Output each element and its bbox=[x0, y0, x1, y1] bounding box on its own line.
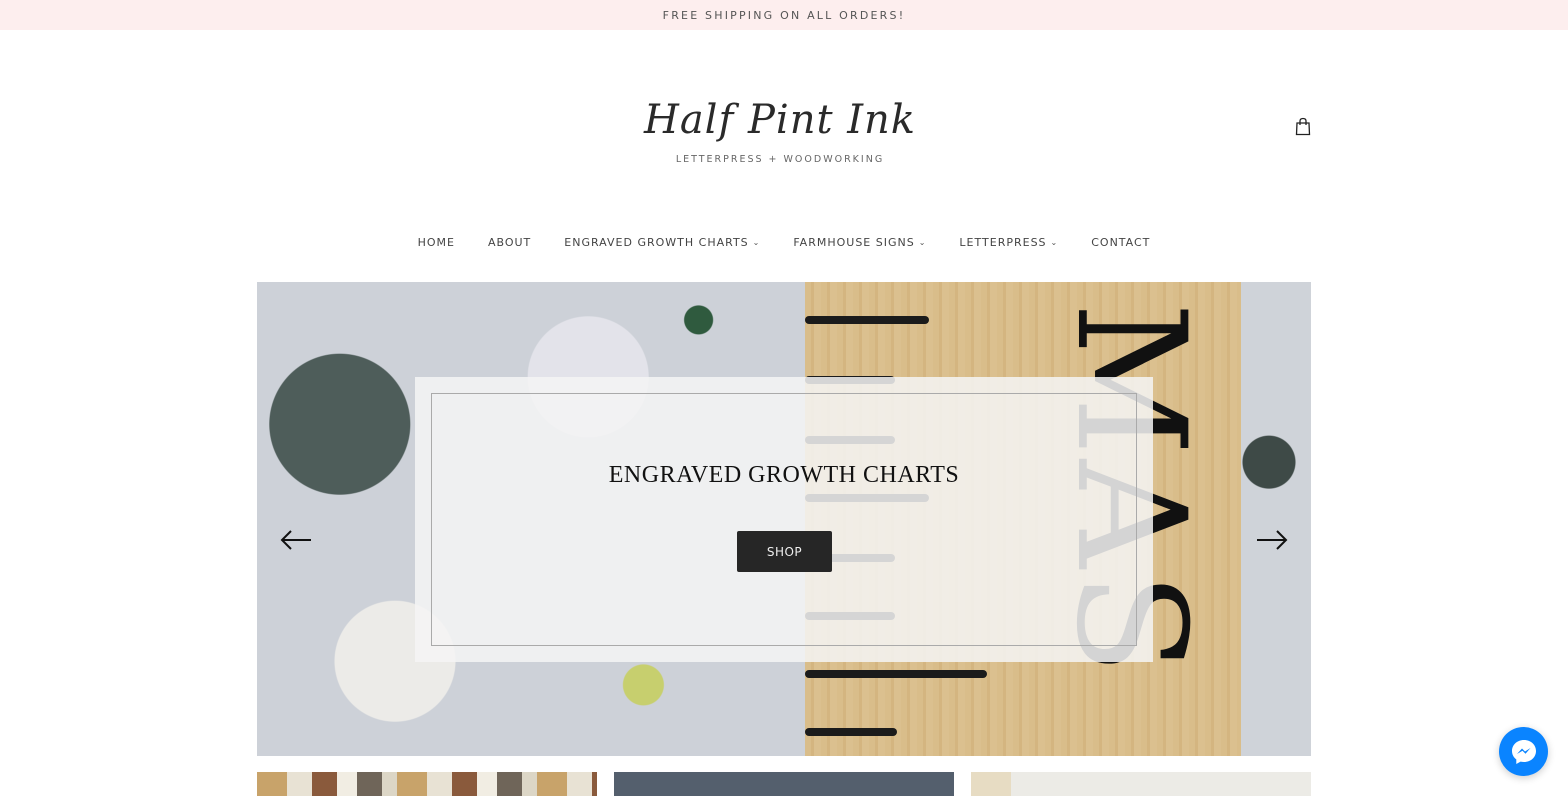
hero-slideshow: MAS ENGRAVED GROWTH CHARTS SHOP bbox=[257, 282, 1311, 756]
logo-tagline: LETTERPRESS + WOODWORKING bbox=[675, 154, 885, 165]
ruler-tick bbox=[805, 316, 929, 324]
caption-frame bbox=[431, 393, 1137, 646]
arrow-left-icon bbox=[280, 530, 311, 550]
hero-caption-box: ENGRAVED GROWTH CHARTS SHOP bbox=[415, 377, 1153, 662]
nav-contact-label: CONTACT bbox=[1091, 236, 1151, 249]
hero-image-floral-edge bbox=[1241, 282, 1311, 756]
site-logo[interactable]: Half Pint Ink LETTERPRESS + WOODWORKING bbox=[640, 92, 920, 174]
featured-collections bbox=[257, 772, 1311, 796]
nav-home[interactable]: HOME bbox=[401, 236, 471, 249]
main-nav: HOME ABOUT ENGRAVED GROWTH CHARTS ⌄ FARMH… bbox=[0, 236, 1568, 249]
nav-home-label: HOME bbox=[417, 236, 455, 249]
nav-farmhouse-signs-label: FARMHOUSE SIGNS bbox=[793, 236, 915, 249]
chevron-down-icon: ⌄ bbox=[1050, 238, 1059, 247]
ruler-tick bbox=[805, 728, 897, 736]
nav-contact[interactable]: CONTACT bbox=[1075, 236, 1167, 249]
ruler-tick bbox=[805, 670, 987, 678]
hero-title: ENGRAVED GROWTH CHARTS bbox=[608, 462, 960, 488]
collection-thumbnail-growth-charts[interactable] bbox=[257, 772, 597, 796]
messenger-chat-button[interactable] bbox=[1499, 727, 1548, 776]
nav-letterpress[interactable]: LETTERPRESS ⌄ bbox=[943, 236, 1075, 249]
previous-slide-button[interactable] bbox=[279, 529, 313, 551]
shop-button[interactable]: SHOP bbox=[737, 531, 832, 572]
shopping-bag-icon bbox=[1295, 117, 1311, 136]
chevron-down-icon: ⌄ bbox=[752, 238, 761, 247]
announcement-text: FREE SHIPPING ON ALL ORDERS! bbox=[662, 8, 906, 22]
chevron-down-icon: ⌄ bbox=[918, 238, 927, 247]
nav-farmhouse-signs[interactable]: FARMHOUSE SIGNS ⌄ bbox=[777, 236, 943, 249]
messenger-icon bbox=[1511, 739, 1536, 764]
nav-growth-charts-label: ENGRAVED GROWTH CHARTS bbox=[564, 236, 749, 249]
logo-script: Half Pint Ink bbox=[643, 97, 917, 143]
arrow-right-icon bbox=[1257, 530, 1288, 550]
cart-button[interactable] bbox=[1294, 117, 1312, 136]
nav-about[interactable]: ABOUT bbox=[471, 236, 547, 249]
collection-thumbnail-letterpress[interactable] bbox=[971, 772, 1311, 796]
nav-letterpress-label: LETTERPRESS bbox=[959, 236, 1047, 249]
nav-engraved-growth-charts[interactable]: ENGRAVED GROWTH CHARTS ⌄ bbox=[548, 236, 777, 249]
announcement-bar: FREE SHIPPING ON ALL ORDERS! bbox=[0, 0, 1568, 30]
nav-about-label: ABOUT bbox=[487, 236, 532, 249]
next-slide-button[interactable] bbox=[1255, 529, 1289, 551]
collection-thumbnail-slate[interactable] bbox=[614, 772, 954, 796]
